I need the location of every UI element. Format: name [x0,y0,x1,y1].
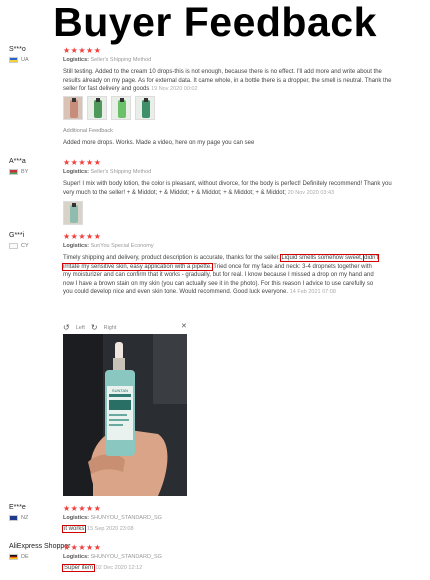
highlighted-text: it works [61,525,87,533]
review-date: 19 Nov 2020 00:02 [151,86,198,92]
review-photo-thumb[interactable] [111,96,131,120]
logistics-info: Logistics: SHUNYOU_STANDARD_SG [63,515,162,521]
review-text: Super! I mix with body lotion, the color… [63,181,392,196]
review-date: 15 Sep 2020 23:08 [87,526,134,532]
rotate-right-icon[interactable]: ↻ [91,323,98,332]
review-item: A***a BY ★★★★★ Logistics: Seller's Shipp… [0,158,430,230]
star-rating: ★★★★★ [63,504,102,513]
rotate-left-button[interactable]: Left [76,325,85,331]
cy-flag-icon [9,243,18,249]
review-text: it works 15 Sep 2020 23:08 [61,525,393,534]
buyer-country: NZ [9,515,28,521]
logistics-info: Logistics: SunYou Special Economy [63,243,154,249]
review-photo-large[interactable]: SUNTAN [63,334,187,496]
additional-feedback-text: Added more drops. Works. Made a video, h… [63,140,255,146]
review-text: Timely shipping and delivery, product de… [61,254,380,295]
buyer-country: CY [9,243,29,249]
logistics-info: Logistics: Seller's Shipping Method [63,169,152,175]
photo-rotate-controls: ↺ Left ↻ Right [63,323,116,332]
highlighted-text: Liquid smells somehow sweet, [280,254,364,262]
rotate-left-icon[interactable]: ↺ [63,323,70,332]
de-flag-icon [9,554,18,560]
rotate-right-button[interactable]: Right [104,325,117,331]
review-item: E***e NZ ★★★★★ Logistics: SHUNYOU_STANDA… [0,504,430,540]
review-date: 20 Nov 2020 03:43 [287,189,335,196]
star-rating: ★★★★★ [63,158,102,167]
by-flag-icon [9,169,18,175]
review-photos [63,201,83,225]
bottle-label: SUNTAN [112,388,128,393]
review-date: 14 Feb 2021 07:08 [289,289,336,295]
review-photo-thumb[interactable] [63,96,83,120]
buyer-name: A***a [9,158,26,165]
buyer-country: UA [9,57,29,63]
buyer-country: DE [9,554,29,560]
review-photo-thumb[interactable] [135,96,155,120]
review-item: AliExpress Shopper DE ★★★★★ Logistics: S… [0,543,430,579]
buyer-country: BY [9,169,28,175]
additional-feedback-label: Additional Feedback [63,128,113,134]
review-text: Still testing. Added to the cream 10 dro… [63,69,392,92]
hand-bottle-photo-image: SUNTAN [63,334,187,496]
review-date: 02 Dec 2020 12:12 [95,565,143,571]
logistics-info: Logistics: SHUNYOU_STANDARD_SG [63,554,162,560]
logistics-info: Logistics: Seller's Shipping Method [63,57,152,63]
star-rating: ★★★★★ [63,232,102,241]
star-rating: ★★★★★ [63,543,102,552]
review-item: G***i CY ★★★★★ Logistics: SunYou Special… [0,232,430,500]
close-icon[interactable]: ✕ [181,322,187,330]
buyer-name: AliExpress Shopper [9,543,71,550]
nz-flag-icon [9,515,18,521]
review-photo-thumb[interactable] [87,96,107,120]
page-title: Buyer Feedback [53,0,377,45]
star-rating: ★★★★★ [63,46,102,55]
buyer-name: G***i [9,232,25,239]
ua-flag-icon [9,57,18,63]
highlighted-text: Super item [61,564,96,572]
review-text: Super item 02 Dec 2020 12:12 [61,564,393,573]
buyer-name: S***o [9,46,26,53]
buyer-name: E***e [9,504,26,511]
review-photo-thumb[interactable] [63,201,83,225]
review-item: S***o UA ★★★★★ Logistics: Seller's Shipp… [0,46,430,156]
review-photos [63,96,155,120]
